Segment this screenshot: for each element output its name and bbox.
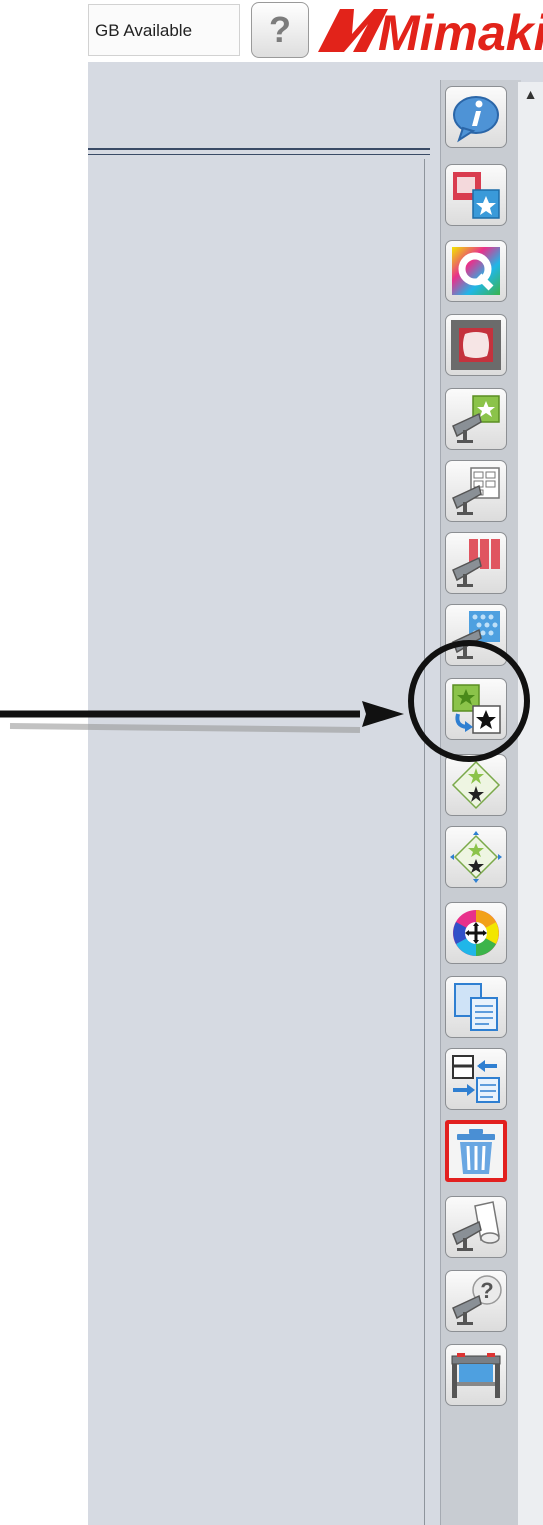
duplicate-job-icon (454, 983, 498, 1031)
nest-icon (451, 760, 501, 810)
divider-line-secondary (88, 154, 430, 155)
svg-text:?: ? (480, 1278, 493, 1303)
step-repeat-button[interactable] (445, 826, 507, 888)
color-replace-button[interactable] (445, 902, 507, 964)
disk-space-label: GB Available (88, 4, 240, 56)
job-composite-button[interactable] (445, 164, 507, 226)
job-list-panel (88, 159, 425, 1525)
toolbar-scrollbar[interactable]: ▲ (518, 82, 543, 1525)
help-button[interactable]: ? (251, 2, 309, 58)
info-icon (453, 96, 499, 143)
printer-device-icon (451, 1353, 501, 1398)
cut-media-icon (452, 1201, 500, 1251)
printer-device-button[interactable] (445, 1344, 507, 1406)
step-repeat-icon (450, 831, 502, 883)
printer-help-icon: ? (452, 1275, 502, 1325)
divider-line (88, 148, 430, 150)
quality-button[interactable] (445, 240, 507, 302)
callout-circle (408, 640, 530, 762)
transfer-job-icon (452, 1055, 500, 1103)
mimaki-logo: Mimaki (318, 5, 543, 56)
print-single-button[interactable] (445, 388, 507, 450)
callout-arrow (0, 701, 404, 733)
transfer-job-button[interactable] (445, 1048, 507, 1110)
duplicate-job-button[interactable] (445, 976, 507, 1038)
cut-media-button[interactable] (445, 1196, 507, 1258)
printer-help-button[interactable]: ? (445, 1270, 507, 1332)
delete-job-button[interactable] (445, 1120, 507, 1182)
scroll-up-arrow-icon[interactable]: ▲ (518, 82, 543, 106)
top-bar: GB Available ? Mimaki (88, 0, 543, 62)
job-composite-icon (453, 172, 500, 219)
print-single-icon (452, 395, 500, 443)
print-panels-icon (452, 539, 500, 587)
delete-trash-icon (449, 1124, 503, 1178)
print-layout-icon (452, 467, 500, 515)
print-panels-button[interactable] (445, 532, 507, 594)
media-frame-button[interactable] (445, 314, 507, 376)
color-replace-icon (453, 910, 499, 956)
quality-q-icon (452, 247, 500, 295)
brand-text: Mimaki (378, 5, 543, 56)
media-frame-icon (451, 320, 501, 370)
print-layout-button[interactable] (445, 460, 507, 522)
info-button[interactable] (445, 86, 507, 148)
